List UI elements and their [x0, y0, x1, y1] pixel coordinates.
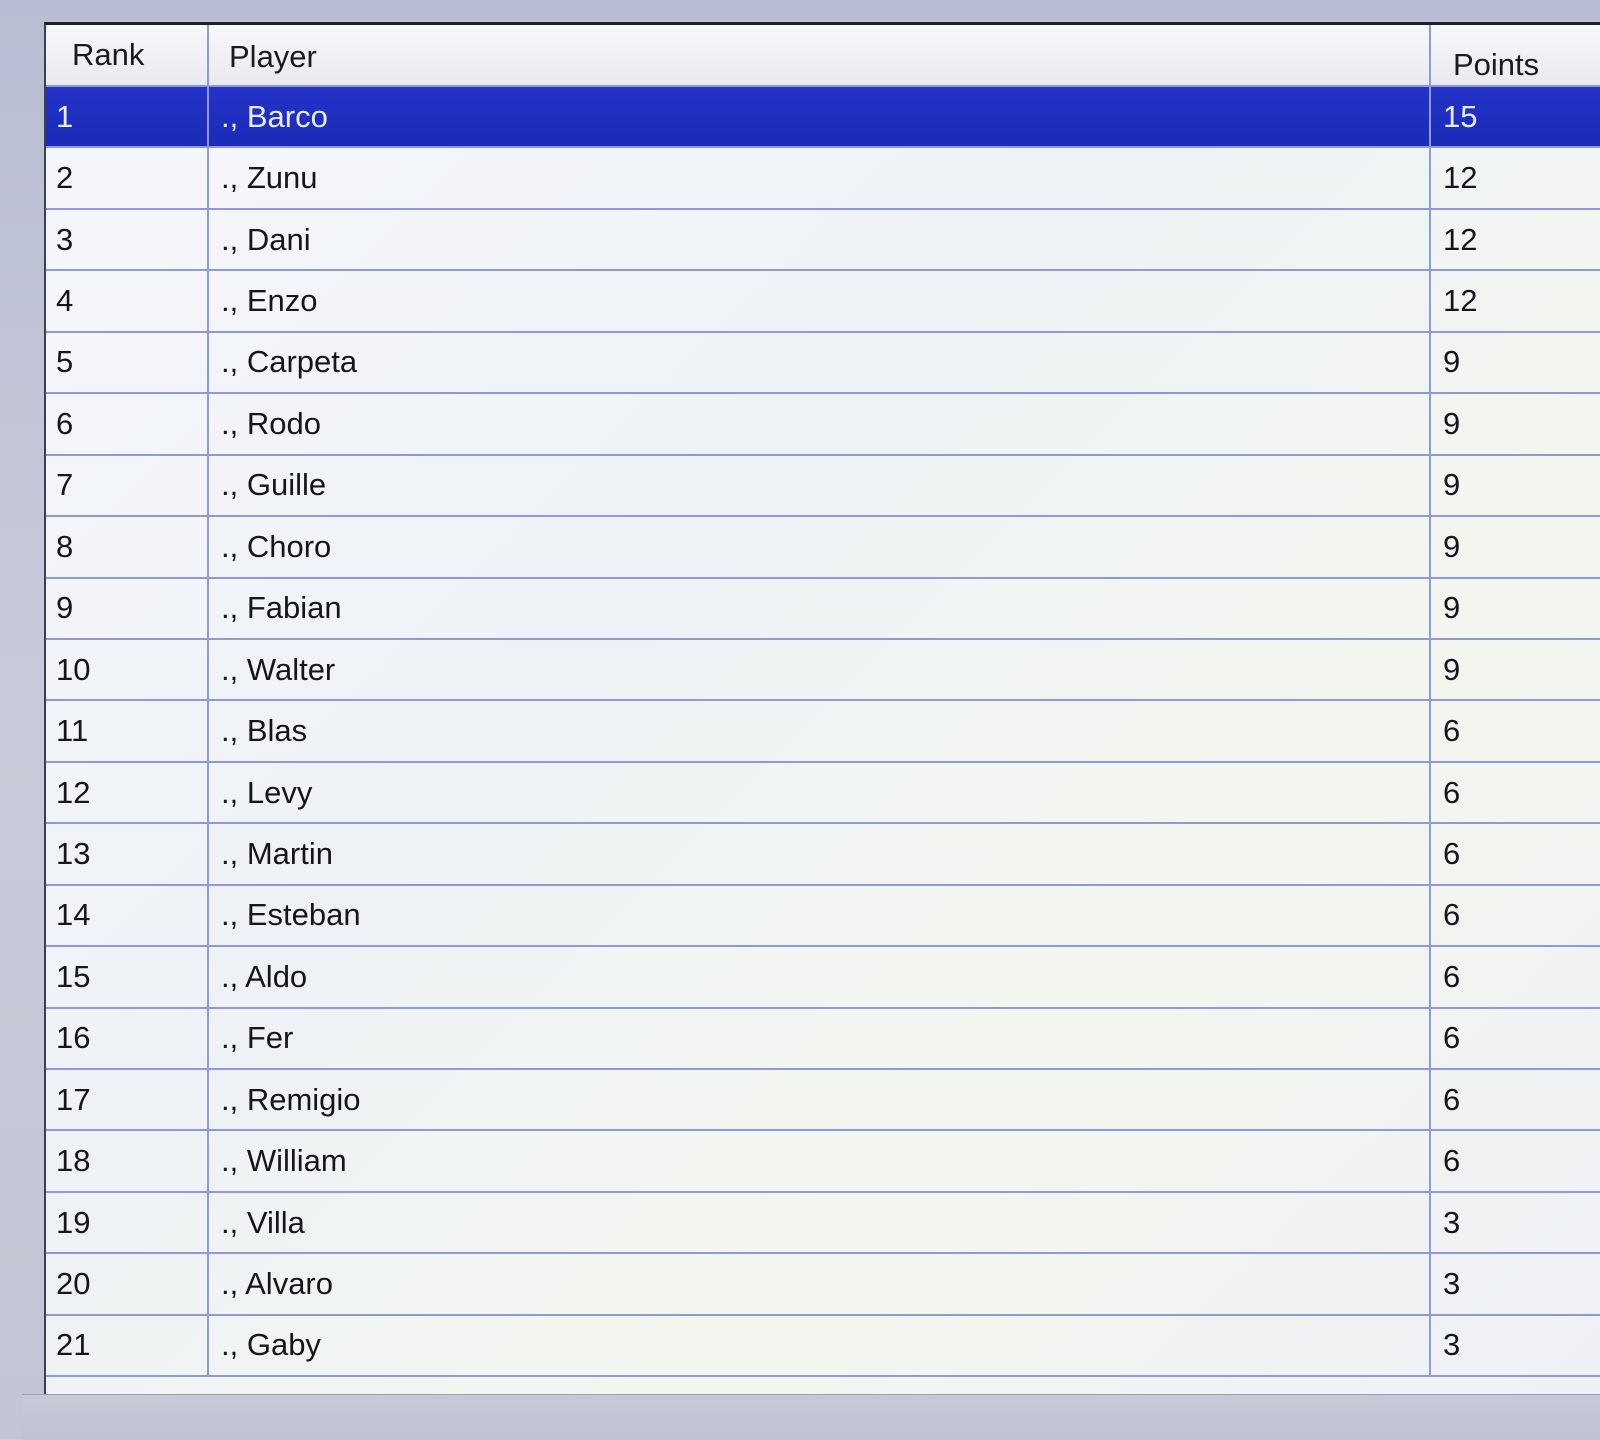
rank-cell: 11 [46, 701, 209, 761]
table-row[interactable]: 21., Gaby 3 [46, 1315, 1600, 1378]
rank-cell: 15 [46, 947, 209, 1007]
player-cell: ., Remigio [209, 1070, 1431, 1130]
points-cell: 9 [1443, 405, 1461, 441]
rank-cell: 14 [46, 885, 209, 946]
points-cell: 6 [1443, 1081, 1461, 1117]
player-cell: ., Choro [209, 517, 1431, 577]
table-row[interactable]: 11., Blas 6 [46, 701, 1600, 763]
points-cell: 6 [1443, 1020, 1461, 1056]
table-row[interactable]: 14., Esteban 6 [46, 885, 1600, 948]
player-cell: ., Esteban [209, 885, 1431, 946]
player-cell: ., Enzo [209, 271, 1431, 331]
rank-cell: 18 [46, 1131, 209, 1191]
table-row[interactable]: 2., Zunu 12 [46, 148, 1600, 210]
points-cell: 6 [1443, 897, 1461, 933]
player-cell: ., Fer [209, 1008, 1431, 1068]
points-cell: 9 [1443, 590, 1461, 626]
rank-cell: 21 [46, 1315, 209, 1376]
points-cell: 6 [1443, 1143, 1461, 1179]
table-row[interactable]: 18., William 6 [46, 1131, 1600, 1193]
player-cell: ., William [209, 1131, 1431, 1191]
rank-cell: 19 [46, 1192, 209, 1253]
table-row[interactable]: 16., Fer 6 [46, 1008, 1600, 1070]
rank-cell: 2 [46, 148, 209, 208]
points-cell: 12 [1443, 160, 1478, 196]
rank-cell: 9 [46, 578, 209, 638]
table-row[interactable]: 9., Fabian 9 [46, 578, 1600, 640]
table-row[interactable]: 6., Rodo 9 [46, 394, 1600, 456]
player-cell: ., Guille [209, 455, 1431, 516]
table-row[interactable]: 13., Martin 6 [46, 824, 1600, 886]
column-header-rank[interactable]: Rank [46, 25, 209, 85]
points-cell: 3 [1443, 1327, 1461, 1363]
points-cell: 9 [1443, 467, 1461, 503]
player-cell: ., Fabian [209, 578, 1431, 638]
points-cell: 3 [1443, 1204, 1461, 1240]
player-cell: ., Aldo [209, 947, 1431, 1007]
rank-cell: 17 [46, 1070, 209, 1130]
points-cell: 12 [1443, 221, 1478, 257]
points-cell: 9 [1443, 651, 1461, 687]
rank-cell: 3 [46, 209, 209, 270]
rank-cell: 1 [46, 87, 209, 147]
player-cell: ., Blas [209, 701, 1431, 761]
player-cell: ., Martin [209, 824, 1431, 884]
table-header: Rank Player Points [46, 25, 1600, 87]
points-cell: 6 [1443, 958, 1461, 994]
player-cell: ., Zunu [209, 148, 1431, 208]
table-row[interactable]: 4., Enzo 12 [46, 271, 1600, 333]
player-cell: ., Villa [209, 1192, 1431, 1253]
points-cell: 3 [1443, 1266, 1461, 1302]
table-row[interactable]: 5., Carpeta 9 [46, 332, 1600, 395]
table-row[interactable]: 3., Dani 12 [46, 209, 1600, 272]
points-cell: 15 [1443, 98, 1478, 134]
rank-cell: 12 [46, 762, 209, 823]
rank-cell: 13 [46, 824, 209, 884]
points-cell: 9 [1443, 344, 1461, 380]
player-cell: ., Alvaro [209, 1254, 1431, 1314]
points-cell: 12 [1443, 283, 1478, 319]
table-body: 1., Barco 15 2., Zunu 12 3., Dani 12 4., Enzo 1… [46, 87, 1600, 1378]
rank-cell: 4 [46, 271, 209, 331]
ranking-table[interactable]: Rank Player Points 1., Barco 15 2., Zunu 12… [44, 22, 1600, 1397]
table-row[interactable]: 7., Guille 9 [46, 455, 1600, 518]
rank-cell: 20 [46, 1254, 209, 1314]
table-row[interactable]: 10., Walter 9 [46, 639, 1600, 702]
rank-cell: 5 [46, 332, 209, 393]
rank-cell: 16 [46, 1008, 209, 1068]
player-cell: ., Carpeta [209, 332, 1431, 393]
points-cell: 6 [1443, 713, 1461, 749]
table-row[interactable]: 15., Aldo 6 [46, 947, 1600, 1009]
rank-cell: 7 [46, 455, 209, 516]
player-cell: ., Gaby [209, 1315, 1431, 1376]
table-row[interactable]: 17., Remigio 6 [46, 1070, 1600, 1132]
grid-bottom-bar [22, 1394, 1600, 1440]
window-frame: Rank Player Points 1., Barco 15 2., Zunu 12… [0, 0, 1600, 1440]
points-cell: 9 [1443, 528, 1461, 564]
player-cell: ., Dani [209, 209, 1431, 270]
player-cell: ., Rodo [209, 394, 1431, 454]
table-row[interactable]: 12., Levy 6 [46, 762, 1600, 825]
rank-cell: 8 [46, 517, 209, 577]
points-cell: 6 [1443, 835, 1461, 871]
column-header-points[interactable]: Points [1431, 25, 1600, 85]
table-row[interactable]: 1., Barco 15 [46, 87, 1600, 149]
player-cell: ., Levy [209, 762, 1431, 823]
player-cell: ., Walter [209, 639, 1431, 700]
table-row[interactable]: 20., Alvaro 3 [46, 1254, 1600, 1316]
column-header-player[interactable]: Player [209, 25, 1431, 85]
table-row[interactable]: 8., Choro 9 [46, 517, 1600, 579]
player-cell: ., Barco [209, 87, 1431, 147]
table-row[interactable]: 19., Villa 3 [46, 1192, 1600, 1255]
rank-cell: 10 [46, 639, 209, 700]
points-cell: 6 [1443, 774, 1461, 810]
rank-cell: 6 [46, 394, 209, 454]
